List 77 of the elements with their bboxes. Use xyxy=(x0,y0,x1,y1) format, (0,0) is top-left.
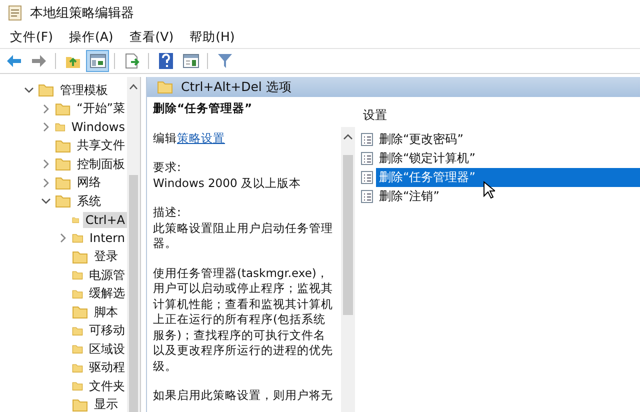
tree-item[interactable]: 驱动程 xyxy=(87,358,127,378)
export-icon xyxy=(124,53,140,69)
requirements-text: Windows 2000 及以上版本 xyxy=(153,176,302,191)
filter-icon xyxy=(218,53,232,69)
folder-icon xyxy=(72,231,84,246)
description-label: 描述: xyxy=(153,205,182,220)
toolbar-button[interactable] xyxy=(86,50,109,72)
policy-icon xyxy=(361,190,373,203)
column-header[interactable]: 设置 xyxy=(361,107,640,124)
tree-item[interactable]: 可移动 xyxy=(87,321,127,340)
menu-item[interactable]: 文件(F) xyxy=(2,26,61,48)
menu-item[interactable]: 操作(A) xyxy=(60,26,122,48)
tree-item[interactable]: 管理模板 xyxy=(58,80,110,100)
tree-item[interactable]: Windows xyxy=(69,119,127,136)
chevron-down-icon xyxy=(24,86,34,94)
chevron-right-icon xyxy=(42,104,50,114)
policy-item[interactable]: 删除“锁定计算机” xyxy=(376,149,478,168)
tree-item[interactable]: Intern xyxy=(87,230,127,246)
tree-item[interactable]: Ctrl+A xyxy=(83,212,127,228)
requirements-label: 要求: xyxy=(153,160,182,176)
mouse-pointer-icon xyxy=(483,181,495,199)
forward-arrow-icon xyxy=(30,54,46,68)
tree-item[interactable]: 区域设 xyxy=(87,340,127,359)
back-arrow-icon xyxy=(6,54,22,68)
chevron-down-icon xyxy=(41,197,51,206)
tree-item[interactable]: 控制面板 xyxy=(75,154,127,174)
panel-icon xyxy=(90,54,106,68)
policy-icon xyxy=(361,171,373,184)
tree-item[interactable]: 系统 xyxy=(75,192,103,211)
help-icon xyxy=(158,53,172,69)
scrollbar[interactable] xyxy=(127,77,140,412)
tree-item[interactable]: 文件夹 xyxy=(87,376,127,396)
folder-icon xyxy=(55,157,71,172)
folder-icon xyxy=(55,138,71,153)
folder-icon xyxy=(72,342,83,356)
folder-icon xyxy=(72,305,88,320)
folder-icon xyxy=(38,83,54,98)
notepad-icon xyxy=(8,5,22,21)
folder-icon xyxy=(55,194,71,208)
tree-item[interactable]: “开始”菜 xyxy=(74,99,127,118)
folder-icon xyxy=(157,80,173,94)
folder-icon xyxy=(55,102,71,116)
edit-policy-text: 编辑策略设置 xyxy=(153,130,226,146)
chevron-right-icon xyxy=(42,178,50,188)
tree-item[interactable]: 显示 xyxy=(92,395,120,412)
folder-icon xyxy=(72,379,83,394)
pane-title: Ctrl+Alt+Del 选项 xyxy=(181,78,292,96)
policy-title: 删除“任务管理器” xyxy=(153,101,254,116)
tree-item[interactable]: 脚本 xyxy=(92,302,120,322)
tree-item[interactable]: 网络 xyxy=(75,173,103,192)
tree-item[interactable]: 登录 xyxy=(92,247,120,266)
chevron-right-icon xyxy=(59,233,67,244)
scroll-up-icon xyxy=(343,133,353,141)
policy-settings-link[interactable]: 策略设置 xyxy=(177,130,225,144)
folder-icon xyxy=(72,268,83,282)
folder-icon xyxy=(55,176,71,190)
policy-item[interactable]: 删除“注销” xyxy=(376,187,442,206)
description-text: 此策略设置阻止用户启动任务管理器。 xyxy=(153,220,334,252)
chevron-right-icon xyxy=(42,159,50,170)
tree-item[interactable]: 电源管 xyxy=(87,266,127,285)
folder-icon xyxy=(72,250,88,264)
scroll-up-icon xyxy=(129,83,138,91)
description-text: 使用任务管理器(taskmgr.exe)，用户可以启动或停止程序；监视其计算机性能；查看和监视其计算机上正在运行的所有程序(包括系统服务)；查找程序的可执行文件名以及更改程序所运行的进程的优先级。 xyxy=(153,266,334,374)
tree-item[interactable]: 缓解选 xyxy=(87,284,127,304)
scrollbar[interactable] xyxy=(341,127,355,412)
policy-icon xyxy=(361,152,373,165)
policy-icon xyxy=(361,133,373,146)
menu-item[interactable]: 帮助(H) xyxy=(182,26,243,48)
description-text: 如果启用此策略设置，则用户将无 xyxy=(153,388,334,404)
window-icon xyxy=(182,54,198,68)
menu-item[interactable]: 查看(V) xyxy=(121,26,182,48)
policy-item[interactable]: 删除“任务管理器” xyxy=(376,168,640,187)
chevron-right-icon xyxy=(42,122,50,132)
folder-icon xyxy=(72,398,88,412)
tree-item[interactable]: 共享文件 xyxy=(75,136,127,156)
window-title: 本地组策略编辑器 xyxy=(30,5,134,22)
policy-item[interactable]: 删除“更改密码” xyxy=(376,130,466,149)
